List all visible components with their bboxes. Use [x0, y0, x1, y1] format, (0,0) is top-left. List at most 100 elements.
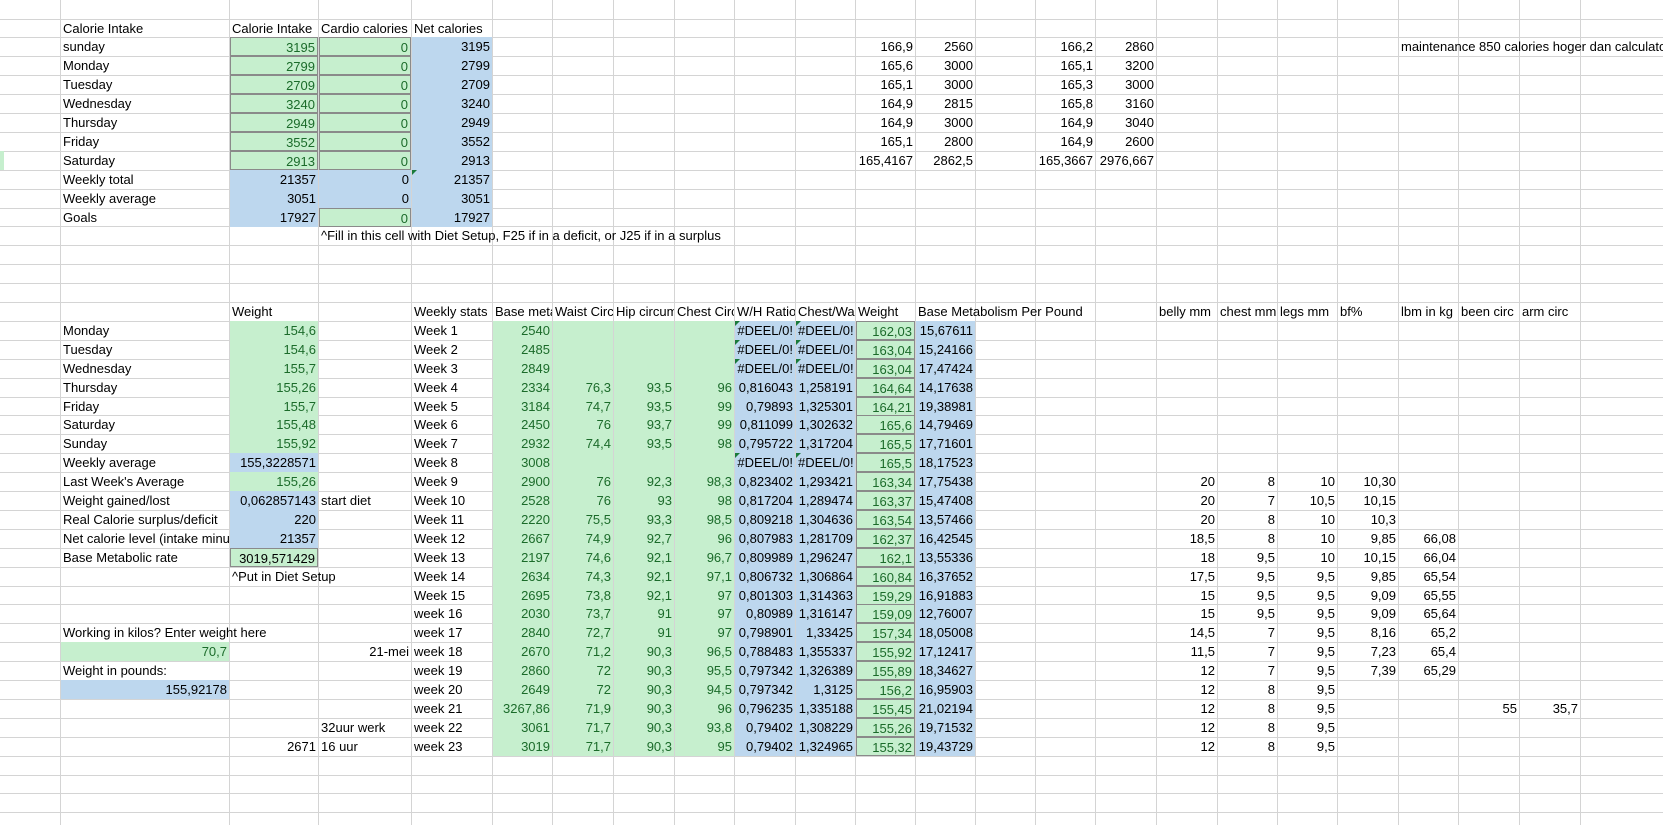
row-label[interactable]: Wednesday [61, 359, 229, 378]
week-label[interactable]: Week 2 [412, 340, 492, 359]
stats-cell[interactable] [1399, 359, 1458, 378]
stats-cell[interactable]: 2932 [493, 434, 552, 453]
week-label[interactable]: week 17 [412, 623, 492, 642]
stats-cell[interactable]: 17,5 [1157, 567, 1217, 586]
stats-cell[interactable]: 74,4 [553, 434, 613, 453]
stats-cell[interactable]: 0,801303 [735, 586, 795, 605]
stats-cell[interactable] [614, 340, 674, 359]
stats-cell[interactable]: 7 [1218, 642, 1277, 661]
stats-cell[interactable]: 165,6 [856, 415, 915, 434]
stats-cell[interactable]: 10,30 [1338, 472, 1398, 491]
stats-cell[interactable] [1338, 718, 1398, 737]
week-label[interactable]: Week 3 [412, 359, 492, 378]
stats-cell[interactable]: 1,296247 [796, 548, 855, 567]
stats-cell[interactable]: 93,7 [614, 415, 674, 434]
stats-cell[interactable]: 90,3 [614, 642, 674, 661]
side-cell[interactable]: 3000 [916, 56, 975, 75]
stats-cell[interactable]: 155,26 [856, 718, 915, 737]
stats-cell[interactable]: 96 [675, 378, 734, 397]
stats-cell[interactable]: 94,5 [675, 680, 734, 699]
stats-cell[interactable] [1278, 434, 1337, 453]
stats-cell[interactable]: 162,1 [856, 548, 915, 567]
stats-cell[interactable]: 2900 [493, 472, 552, 491]
stats-cell[interactable]: 8 [1218, 680, 1277, 699]
header-cell[interactable]: Calorie Intake [230, 19, 318, 38]
stats-cell[interactable] [1157, 359, 1217, 378]
stats-cell[interactable]: 1,317204 [796, 434, 855, 453]
stats-cell[interactable]: 1,335188 [796, 699, 855, 718]
stats-cell[interactable] [1520, 623, 1580, 642]
stats-cell[interactable] [1459, 472, 1519, 491]
stats-cell[interactable]: 3019 [493, 737, 552, 756]
weight-cell[interactable]: 220 [230, 510, 318, 529]
stats-cell[interactable]: 90,3 [614, 661, 674, 680]
side-cell[interactable]: 165,3 [1036, 75, 1095, 94]
stats-cell[interactable]: 9,5 [1278, 604, 1337, 623]
cardio-calories-cell[interactable]: 0 [319, 37, 411, 56]
stats-cell[interactable]: 2220 [493, 510, 552, 529]
stats-cell[interactable] [675, 359, 734, 378]
stats-cell[interactable]: 13,55336 [916, 548, 975, 567]
cardio-calories-cell[interactable]: 0 [319, 208, 411, 227]
stats-cell[interactable]: 73,8 [553, 586, 613, 605]
net-calories-cell[interactable]: 3552 [412, 132, 492, 151]
stats-cell[interactable] [553, 359, 613, 378]
stats-cell[interactable]: 18,05008 [916, 623, 975, 642]
stats-cell[interactable]: 164,21 [856, 397, 915, 416]
calorie-intake-cell[interactable]: 21357 [230, 170, 318, 189]
stats-cell[interactable]: 92,7 [614, 529, 674, 548]
stats-cell[interactable]: 2840 [493, 623, 552, 642]
stats-cell[interactable] [1399, 680, 1458, 699]
stats-cell[interactable]: 8 [1218, 699, 1277, 718]
stats-cell[interactable]: 2670 [493, 642, 552, 661]
stats-cell[interactable] [1459, 529, 1519, 548]
stats-cell[interactable] [1278, 415, 1337, 434]
stats-cell[interactable]: 93,8 [675, 718, 734, 737]
week-label[interactable]: Week 9 [412, 472, 492, 491]
stats-header[interactable]: Chest/Wa [796, 302, 855, 321]
stats-cell[interactable]: 65,2 [1399, 623, 1458, 642]
stats-cell[interactable]: 9,5 [1278, 623, 1337, 642]
stats-cell[interactable]: 2649 [493, 680, 552, 699]
net-calories-cell[interactable]: 2799 [412, 56, 492, 75]
date-note[interactable]: 21-mei [319, 642, 411, 661]
net-calories-cell[interactable]: 17927 [412, 208, 492, 227]
stats-cell[interactable]: 1,289474 [796, 491, 855, 510]
row-label[interactable]: Weekly total [61, 170, 229, 189]
side-cell[interactable]: 165,1 [1036, 56, 1095, 75]
stats-cell[interactable] [553, 453, 613, 472]
cardio-calories-cell[interactable]: 0 [319, 132, 411, 151]
stats-cell[interactable] [1278, 340, 1337, 359]
side-cell[interactable]: 166,2 [1036, 37, 1095, 56]
stats-cell[interactable] [1218, 397, 1277, 416]
stats-cell[interactable]: 1,306864 [796, 567, 855, 586]
stats-cell[interactable] [1338, 378, 1398, 397]
stats-cell[interactable]: 76 [553, 415, 613, 434]
stats-header[interactable]: arm circ [1520, 302, 1580, 321]
calorie-intake-cell[interactable]: 2913 [230, 151, 318, 170]
row-label[interactable]: Thursday [61, 378, 229, 397]
stats-cell[interactable]: 1,258191 [796, 378, 855, 397]
stats-cell[interactable]: 20 [1157, 510, 1217, 529]
stats-cell[interactable]: 15 [1157, 586, 1217, 605]
stats-cell[interactable]: 98 [675, 491, 734, 510]
stats-cell[interactable]: 162,37 [856, 529, 915, 548]
stats-cell[interactable]: 1,33425 [796, 623, 855, 642]
stats-cell[interactable] [1399, 699, 1458, 718]
weight-cell[interactable]: 155,92 [230, 434, 318, 453]
stats-cell[interactable]: 0,811099 [735, 415, 795, 434]
weight-cell[interactable]: 154,6 [230, 340, 318, 359]
stats-cell[interactable]: 155,45 [856, 699, 915, 718]
weight-cell[interactable]: 155,3228571 [230, 453, 318, 472]
stats-cell[interactable] [1338, 415, 1398, 434]
stats-cell[interactable]: 14,17638 [916, 378, 975, 397]
stats-header[interactable]: W/H Ratio [735, 302, 795, 321]
stats-header[interactable]: Hip circum [614, 302, 674, 321]
stats-cell[interactable] [1157, 453, 1217, 472]
stats-cell[interactable]: 95,5 [675, 661, 734, 680]
stats-cell[interactable]: 157,34 [856, 623, 915, 642]
stats-cell[interactable] [1520, 472, 1580, 491]
stats-cell[interactable]: 90,3 [614, 699, 674, 718]
stats-cell[interactable]: 99 [675, 397, 734, 416]
stats-cell[interactable] [1218, 321, 1277, 340]
